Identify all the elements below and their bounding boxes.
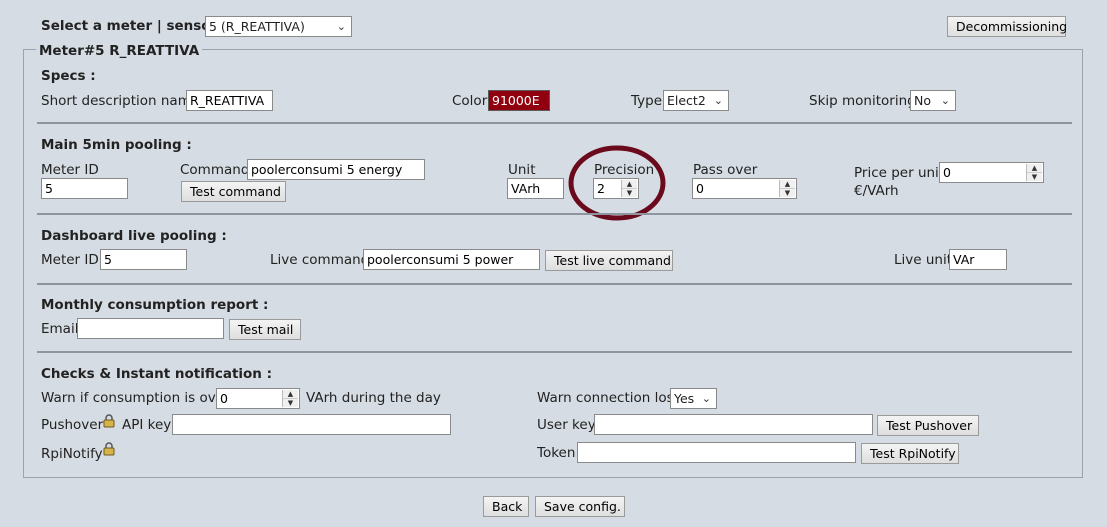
chevron-down-icon: ⌄ xyxy=(940,94,950,107)
back-button[interactable]: Back xyxy=(483,496,529,517)
meter-select[interactable]: 5 (R_REATTIVA) ⌄ xyxy=(205,16,352,37)
divider xyxy=(37,351,1072,353)
live-command-label: Live command xyxy=(270,252,370,268)
live-meter-id-label: Meter ID xyxy=(41,252,99,268)
live-unit-label: Live unit xyxy=(894,252,953,268)
price-unit: €/VArh xyxy=(854,183,899,199)
divider xyxy=(37,283,1072,285)
chevron-down-icon: ⌄ xyxy=(336,20,346,33)
warn-suffix: VArh during the day xyxy=(306,390,441,406)
test-mail-button[interactable]: Test mail xyxy=(229,319,301,340)
lock-icon xyxy=(103,414,115,428)
meter-id-input[interactable]: 5 xyxy=(41,178,128,199)
unit-label: Unit xyxy=(508,162,536,178)
price-label: Price per unit xyxy=(854,165,945,181)
token-input[interactable] xyxy=(577,442,856,463)
email-label: Email xyxy=(41,321,79,337)
spinner-icon[interactable]: ▲ ▼ xyxy=(779,180,795,197)
live-unit-input[interactable]: VAr xyxy=(949,249,1007,270)
meter-title: Meter#5 R_REATTIVA xyxy=(36,43,203,59)
divider xyxy=(37,213,1072,215)
test-pushover-button[interactable]: Test Pushover xyxy=(877,415,979,436)
checks-heading: Checks & Instant notification : xyxy=(41,366,273,382)
decommissioning-button[interactable]: Decommissioning xyxy=(947,16,1067,37)
warn-input[interactable]: 0 ▲ ▼ xyxy=(216,388,300,409)
live-command-input[interactable]: poolerconsumi 5 power xyxy=(363,249,540,270)
spinner-icon[interactable]: ▲ ▼ xyxy=(282,390,298,407)
spinner-icon[interactable]: ▲ ▼ xyxy=(1026,164,1042,181)
token-label: Token xyxy=(537,445,576,461)
warn-value: 0 xyxy=(220,391,228,406)
type-select-value: Elect2 xyxy=(667,93,706,108)
skip-monitoring-select[interactable]: No ⌄ xyxy=(910,90,956,111)
color-label: Color xyxy=(452,93,488,109)
test-live-command-button[interactable]: Test live command xyxy=(545,250,673,271)
monthly-heading: Monthly consumption report : xyxy=(41,297,269,313)
pass-over-input[interactable]: 0 ▲ ▼ xyxy=(692,178,797,199)
live-meter-id-input[interactable]: 5 xyxy=(100,249,187,270)
short-desc-input[interactable]: R_REATTIVA xyxy=(186,90,273,111)
meter-id-label: Meter ID xyxy=(41,162,99,178)
dashboard-heading: Dashboard live pooling : xyxy=(41,228,227,244)
pushover-label: Pushover xyxy=(41,417,104,433)
color-input[interactable]: 91000E xyxy=(488,90,550,111)
warn-connection-value: Yes xyxy=(674,391,695,406)
warn-label: Warn if consumption is over xyxy=(41,390,230,406)
warn-connection-select[interactable]: Yes ⌄ xyxy=(670,388,717,409)
price-input[interactable]: 0 ▲ ▼ xyxy=(939,162,1044,183)
main-pooling-heading: Main 5min pooling : xyxy=(41,137,192,153)
test-rpinotify-button[interactable]: Test RpiNotify xyxy=(861,443,959,464)
meter-select-value: 5 (R_REATTIVA) xyxy=(209,19,305,34)
lock-icon xyxy=(103,442,115,456)
chevron-down-icon: ⌄ xyxy=(713,94,723,107)
command-input[interactable]: poolerconsumi 5 energy xyxy=(247,159,425,180)
user-key-input[interactable] xyxy=(594,414,873,435)
highlight-circle xyxy=(568,145,666,221)
user-key-label: User key xyxy=(537,417,596,433)
api-key-input[interactable] xyxy=(172,414,451,435)
unit-input[interactable]: VArh xyxy=(507,178,564,199)
type-select[interactable]: Elect2 ⌄ xyxy=(663,90,729,111)
api-key-label: API key xyxy=(122,417,172,433)
save-config-button[interactable]: Save config. xyxy=(535,496,625,517)
pass-over-label: Pass over xyxy=(693,162,758,178)
rpinotify-label: RpiNotify xyxy=(41,446,103,462)
skip-monitoring-label: Skip monitoring xyxy=(809,93,916,109)
warn-connection-label: Warn connection lost xyxy=(537,390,679,406)
skip-monitoring-value: No xyxy=(914,93,931,108)
command-label: Command xyxy=(180,162,250,178)
test-command-button[interactable]: Test command xyxy=(181,181,286,202)
meter-select-label: Select a meter | sensor : xyxy=(41,18,228,34)
pass-over-value: 0 xyxy=(696,181,704,196)
chevron-down-icon: ⌄ xyxy=(701,392,711,405)
type-label: Type xyxy=(631,93,663,109)
divider xyxy=(37,122,1072,124)
specs-heading: Specs : xyxy=(41,68,96,84)
short-desc-label: Short description name xyxy=(41,93,200,109)
price-value: 0 xyxy=(943,165,951,180)
email-input[interactable] xyxy=(77,318,224,339)
